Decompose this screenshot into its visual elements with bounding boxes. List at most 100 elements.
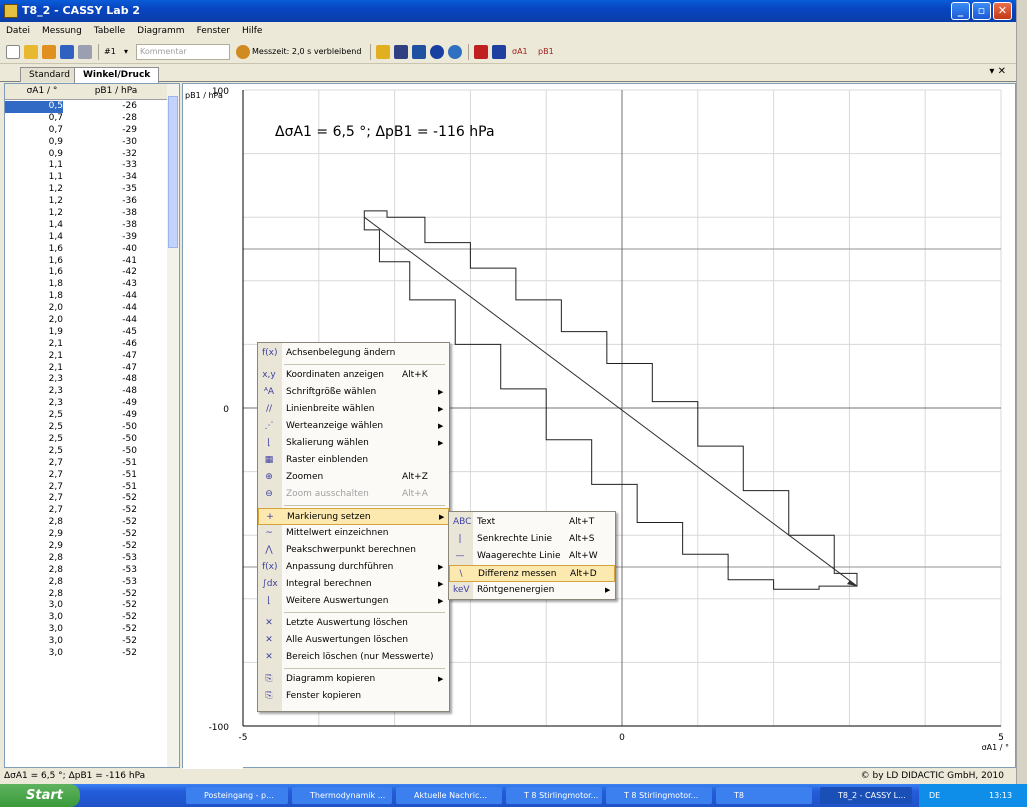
table-row[interactable]: 2,7 -52: [5, 493, 169, 505]
menu-fenster[interactable]: Fenster: [191, 22, 236, 40]
table-row[interactable]: 0,9 -30: [5, 137, 169, 149]
menu-item-xray[interactable]: keV Röntgenenergien ▶: [449, 582, 615, 599]
menu-item-fit[interactable]: f(x) Anpassung durchführen ▶: [258, 559, 449, 576]
table-icon[interactable]: [376, 45, 390, 59]
menu-item-axis-assign[interactable]: f(x) Achsenbelegung ändern: [258, 345, 449, 362]
table-row[interactable]: 1,6 -42: [5, 267, 169, 279]
table-row[interactable]: 1,2 -35: [5, 184, 169, 196]
menu-item-peak[interactable]: ⋀ Peakschwerpunkt berechnen: [258, 542, 449, 559]
menu-item-mean[interactable]: ~ Mittelwert einzeichnen: [258, 525, 449, 542]
table-scrollbar[interactable]: [167, 84, 179, 767]
table-row[interactable]: 2,9 -52: [5, 529, 169, 541]
language-indicator[interactable]: DE: [929, 791, 940, 800]
menu-item-value-display[interactable]: ⋰ Werteanzeige wählen ▶: [258, 418, 449, 435]
table-row[interactable]: 2,3 -48: [5, 374, 169, 386]
diagram-icon[interactable]: [474, 45, 488, 59]
table-row[interactable]: 3,0 -52: [5, 648, 169, 660]
table-row[interactable]: 2,1 -47: [5, 363, 169, 375]
table-row[interactable]: 2,0 -44: [5, 303, 169, 315]
menu-tabelle[interactable]: Tabelle: [88, 22, 131, 40]
menu-item-zoom-off[interactable]: ⊖ Zoom ausschalten Alt+A: [258, 486, 449, 503]
taskbar-item[interactable]: Posteingang - p...: [186, 787, 288, 804]
menu-item-coordinates[interactable]: x,y Koordinaten anzeigen Alt+K: [258, 367, 449, 384]
menu-item-copy-window[interactable]: ⎘ Fenster kopieren: [258, 688, 449, 705]
menu-item-line-width[interactable]: // Linienbreite wählen ▶: [258, 401, 449, 418]
table-row[interactable]: 2,5 -50: [5, 446, 169, 458]
window-icon[interactable]: [492, 45, 506, 59]
table-row[interactable]: 1,6 -40: [5, 244, 169, 256]
table-row[interactable]: 3,0 -52: [5, 636, 169, 648]
title-bar[interactable]: T8_2 - CASSY Lab 2 _ ▫ ✕: [0, 0, 1016, 22]
menu-diagramm[interactable]: Diagramm: [131, 22, 190, 40]
menu-item-more-analysis[interactable]: ⌊ Weitere Auswertungen ▶: [258, 593, 449, 610]
table-row[interactable]: 1,6 -41: [5, 256, 169, 268]
menu-datei[interactable]: Datei: [0, 22, 36, 40]
table-row[interactable]: 0,7 -28: [5, 113, 169, 125]
table-row[interactable]: 3,0 -52: [5, 612, 169, 624]
menu-item-horizontal-line[interactable]: — Waagerechte Linie Alt+W: [449, 548, 615, 565]
menu-messung[interactable]: Messung: [36, 22, 88, 40]
table-row[interactable]: 1,1 -34: [5, 172, 169, 184]
taskbar-item[interactable]: T8: [716, 787, 812, 804]
menu-hilfe[interactable]: Hilfe: [236, 22, 268, 40]
tab-standard[interactable]: Standard: [20, 67, 79, 82]
menu-item-scaling[interactable]: ⌊ Skalierung wählen ▶: [258, 435, 449, 452]
table-row[interactable]: 2,5 -49: [5, 410, 169, 422]
taskbar-item[interactable]: Aktuelle Nachric...: [396, 787, 502, 804]
table-row[interactable]: 2,8 -52: [5, 589, 169, 601]
open-folder-icon[interactable]: [24, 45, 38, 59]
table-row[interactable]: 2,1 -47: [5, 351, 169, 363]
save-icon[interactable]: [60, 45, 74, 59]
menu-item-copy-chart[interactable]: ⎘ Diagramm kopieren ▶: [258, 671, 449, 688]
table-row[interactable]: 1,9 -45: [5, 327, 169, 339]
table-row[interactable]: 2,0 -44: [5, 315, 169, 327]
table-row[interactable]: 1,8 -43: [5, 279, 169, 291]
menu-item-vertical-line[interactable]: | Senkrechte Linie Alt+S: [449, 531, 615, 548]
column-header-angle[interactable]: σA1 / °: [5, 86, 79, 96]
display-icon[interactable]: [412, 45, 426, 59]
table-row[interactable]: 2,7 -51: [5, 458, 169, 470]
taskbar-item[interactable]: T 8 Stirlingmotor...: [606, 787, 712, 804]
table-row[interactable]: 2,7 -51: [5, 470, 169, 482]
table-row[interactable]: 2,8 -53: [5, 553, 169, 565]
menu-item-font-size[interactable]: ᴬA Schriftgröße wählen ▶: [258, 384, 449, 401]
stopwatch-icon[interactable]: [236, 45, 250, 59]
minimize-button[interactable]: _: [951, 2, 970, 20]
start-button[interactable]: Start: [0, 784, 80, 807]
menu-item-marker[interactable]: + Markierung setzen ▶: [258, 508, 449, 525]
table-row[interactable]: 1,1 -33: [5, 160, 169, 172]
menu-item-delete-last[interactable]: ✕ Letzte Auswertung löschen: [258, 615, 449, 632]
table-row[interactable]: 1,4 -39: [5, 232, 169, 244]
table-row[interactable]: 2,7 -51: [5, 482, 169, 494]
table-row[interactable]: 3,0 -52: [5, 624, 169, 636]
print-icon[interactable]: [78, 45, 92, 59]
table-row[interactable]: 1,2 -36: [5, 196, 169, 208]
scrollbar-thumb[interactable]: [168, 96, 178, 248]
info-icon[interactable]: [448, 45, 462, 59]
table-row[interactable]: 2,8 -52: [5, 517, 169, 529]
menu-item-integral[interactable]: ∫dx Integral berechnen ▶: [258, 576, 449, 593]
menu-item-text[interactable]: ABC Text Alt+T: [449, 514, 615, 531]
table-row[interactable]: 1,2 -38: [5, 208, 169, 220]
maximize-button[interactable]: ▫: [972, 2, 991, 20]
table-row[interactable]: 2,3 -48: [5, 386, 169, 398]
table-row[interactable]: 0,9 -32: [5, 149, 169, 161]
table-row[interactable]: 0,5 -26: [5, 101, 169, 113]
table-row[interactable]: 1,8 -44: [5, 291, 169, 303]
comment-input[interactable]: Kommentar: [136, 44, 230, 60]
open-example-icon[interactable]: [42, 45, 56, 59]
taskbar-item[interactable]: T 8 Stirlingmotor...: [506, 787, 602, 804]
column-header-pressure[interactable]: pB1 / hPa: [79, 86, 153, 96]
tab-close-icon[interactable]: ▾ ✕: [989, 66, 1006, 77]
table-row[interactable]: 0,7 -29: [5, 125, 169, 137]
chevron-down-icon[interactable]: ▾: [124, 44, 128, 60]
table-row[interactable]: 2,8 -53: [5, 577, 169, 589]
help-icon[interactable]: [430, 45, 444, 59]
table-row[interactable]: 1,4 -38: [5, 220, 169, 232]
menu-item-difference[interactable]: \ Differenz messen Alt+D: [449, 565, 615, 582]
menu-item-zoom[interactable]: ⊕ Zoomen Alt+Z: [258, 469, 449, 486]
channel-b1-button[interactable]: pB1: [538, 44, 554, 60]
table-row[interactable]: 2,3 -49: [5, 398, 169, 410]
taskbar-item[interactable]: Thermodynamik ...: [292, 787, 392, 804]
close-button[interactable]: ✕: [993, 2, 1012, 20]
